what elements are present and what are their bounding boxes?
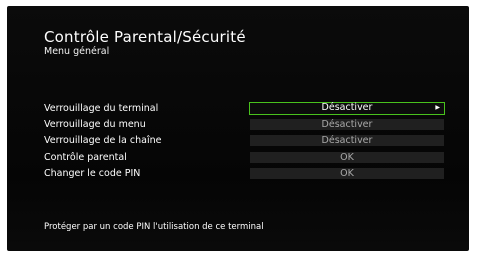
channel-lock-value-selector[interactable]: Désactiver	[250, 135, 444, 147]
menu-lock-value-selector[interactable]: Désactiver	[250, 119, 444, 131]
tv-screen: Contrôle Parental/Sécurité Menu général …	[7, 6, 469, 251]
menu-label-menu-lock: Verrouillage du menu	[44, 119, 146, 131]
change-pin-value: OK	[340, 167, 354, 179]
menu-row-menu-lock[interactable]: Verrouillage du menu Désactiver	[44, 118, 446, 134]
menu-label-channel-lock: Verrouillage de la chaîne	[44, 135, 162, 147]
change-pin-ok-button[interactable]: OK	[250, 167, 444, 179]
parental-control-ok-button[interactable]: OK	[250, 151, 444, 163]
settings-menu: Verrouillage du terminal Désactiver ▶ Ve…	[44, 102, 446, 183]
menu-label-terminal-lock: Verrouillage du terminal	[44, 103, 159, 114]
menu-row-terminal-lock[interactable]: Verrouillage du terminal Désactiver ▶	[44, 102, 446, 118]
page-title: Contrôle Parental/Sécurité	[44, 28, 246, 46]
menu-row-channel-lock[interactable]: Verrouillage de la chaîne Désactiver	[44, 134, 446, 150]
page-subtitle: Menu général	[44, 46, 110, 57]
triangle-right-icon[interactable]: ▶	[435, 103, 440, 113]
terminal-lock-value-selector[interactable]: Désactiver ▶	[249, 102, 445, 115]
menu-label-parental-control: Contrôle parental	[44, 151, 127, 163]
help-text: Protéger par un code PIN l'utilisation d…	[44, 222, 264, 232]
terminal-lock-value: Désactiver	[321, 102, 373, 113]
parental-control-value: OK	[340, 151, 354, 163]
menu-label-change-pin: Changer le code PIN	[44, 167, 141, 179]
channel-lock-value: Désactiver	[321, 135, 373, 147]
menu-row-parental-control[interactable]: Contrôle parental OK	[44, 151, 446, 167]
menu-lock-value: Désactiver	[321, 119, 373, 131]
menu-row-change-pin[interactable]: Changer le code PIN OK	[44, 167, 446, 183]
